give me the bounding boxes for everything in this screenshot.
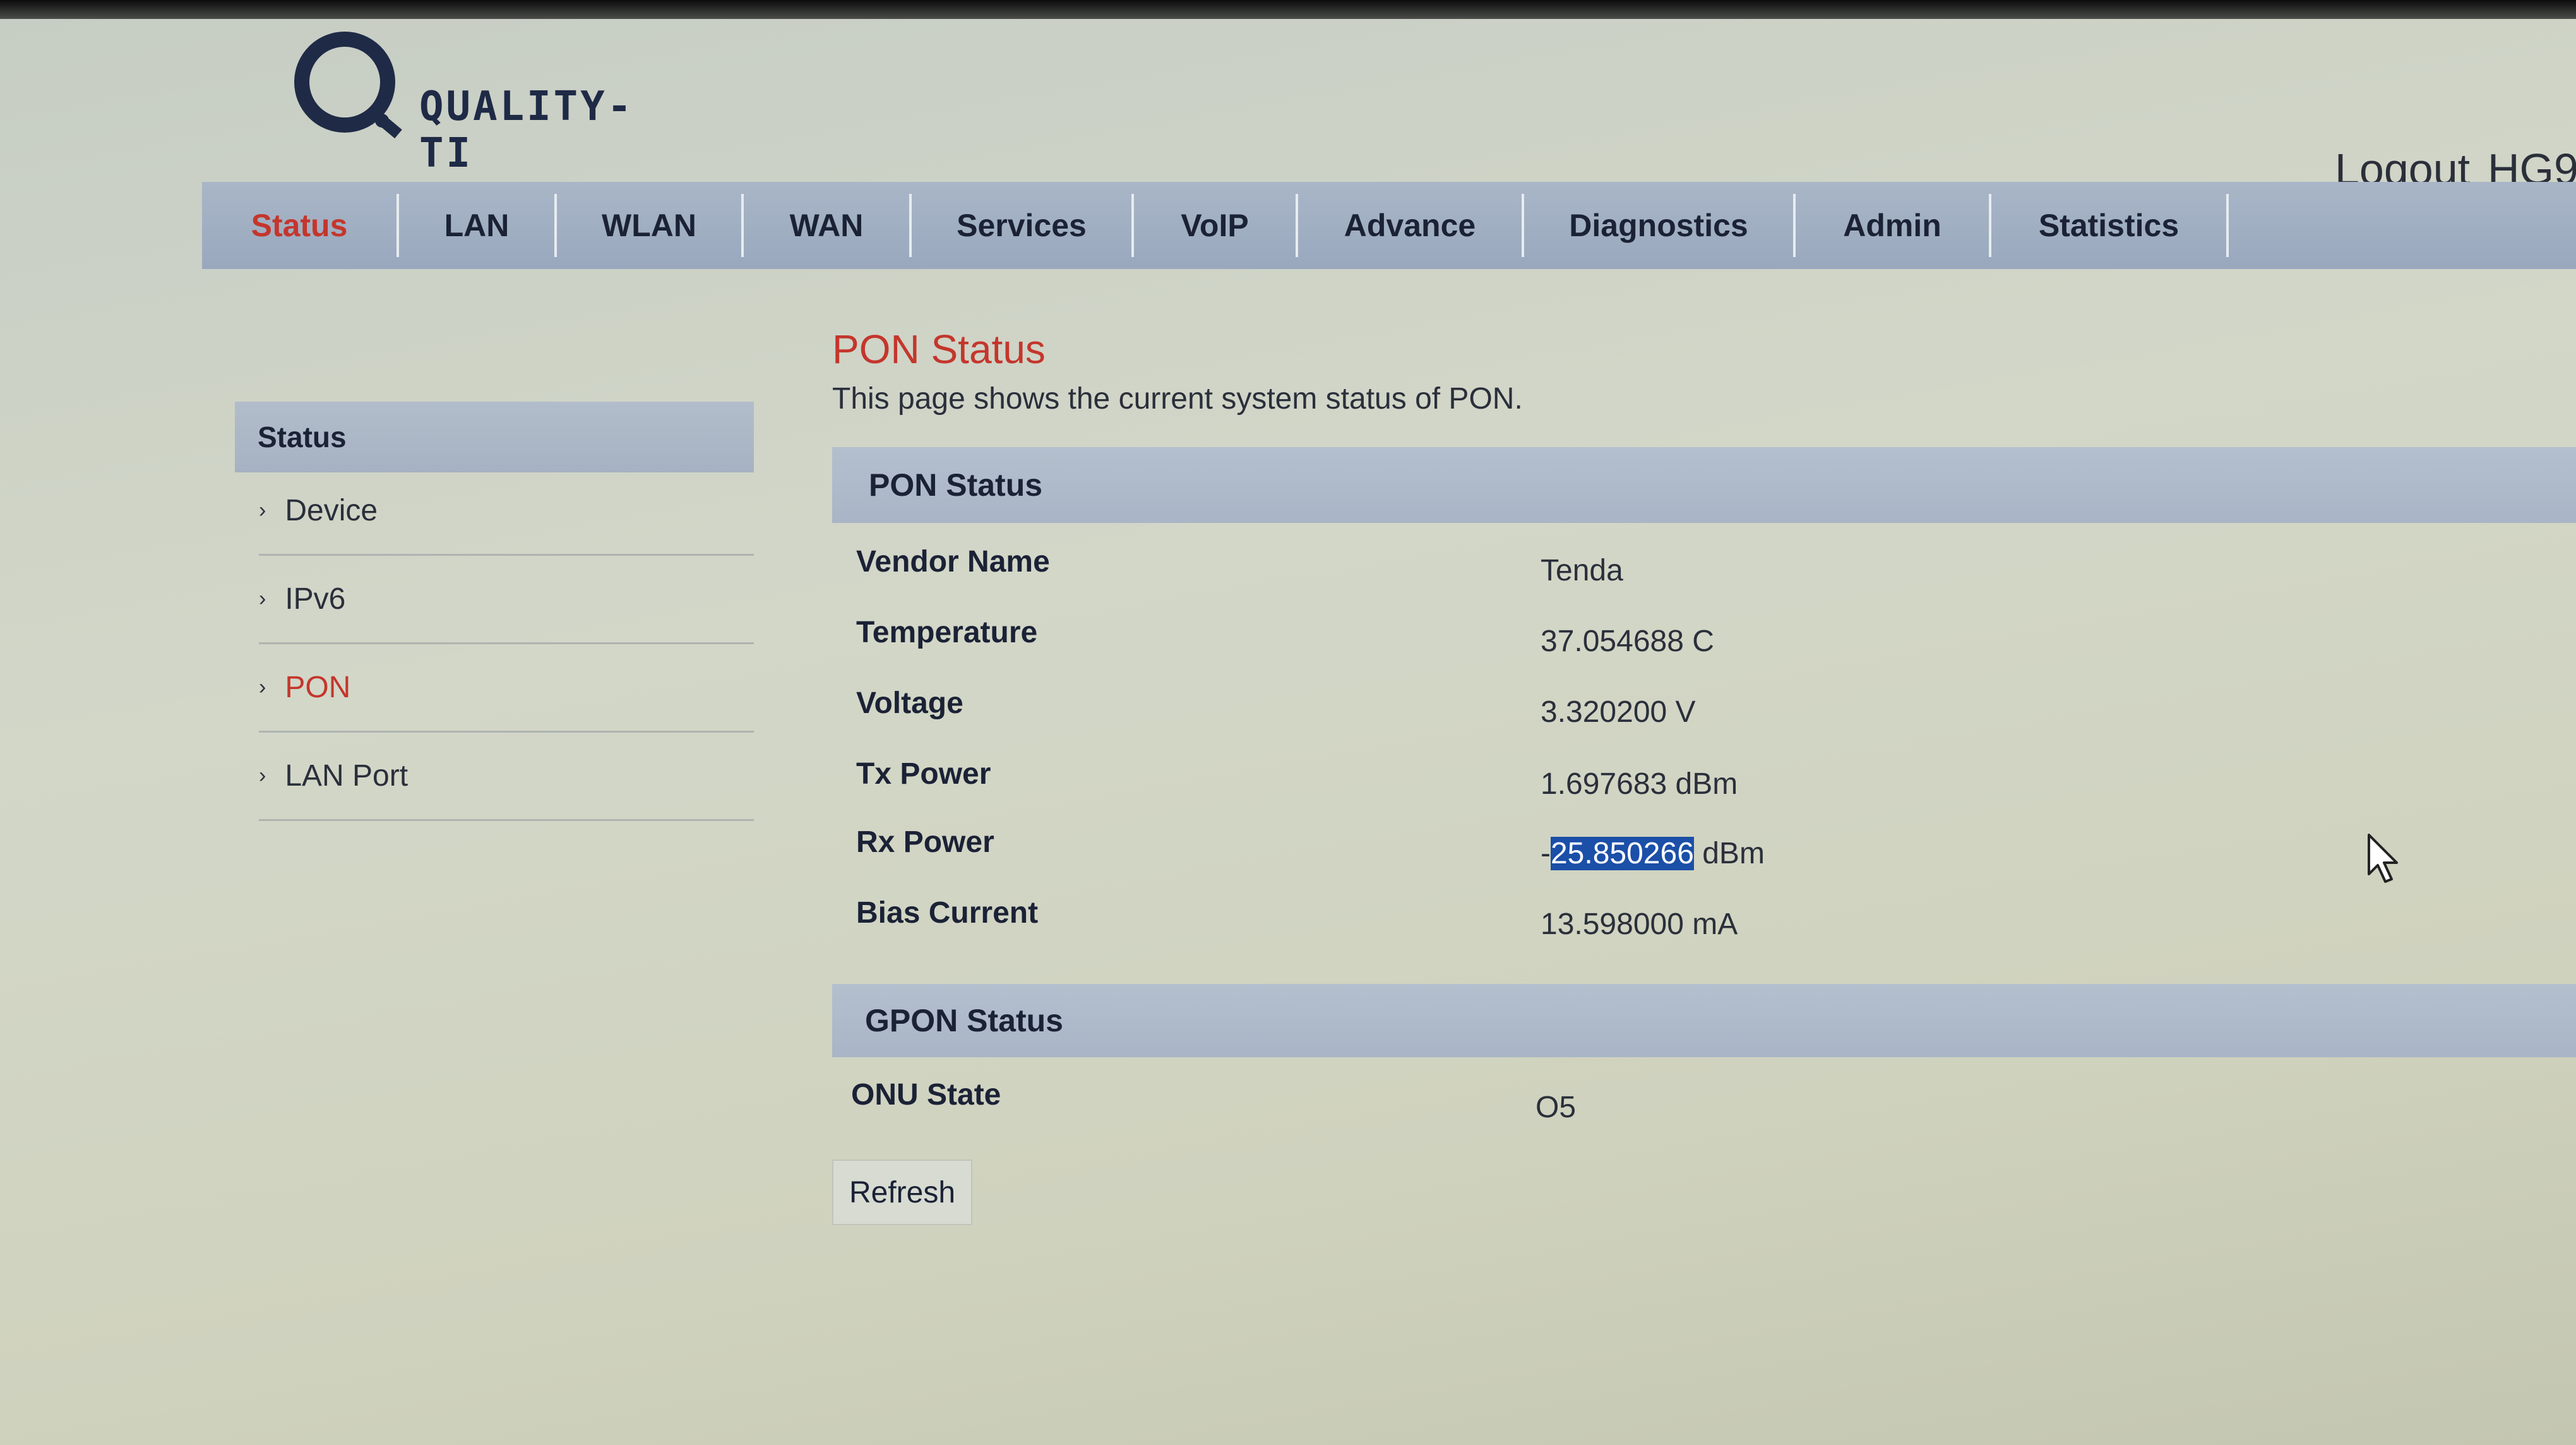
sidebar-item-label: IPv6 bbox=[285, 582, 346, 616]
screen: QUALITY-TI Logout HG9 Status LAN WLAN WA… bbox=[0, 0, 2576, 1445]
mouse-cursor-icon bbox=[2368, 834, 2398, 883]
temperature-label: Temperature bbox=[856, 616, 1038, 649]
chevron-right-icon: › bbox=[259, 675, 266, 699]
tx-power-value: 1.697683 dBm bbox=[1541, 767, 1738, 801]
rx-power-unit: dBm bbox=[1693, 837, 1765, 870]
tab-wan[interactable]: WAN bbox=[744, 194, 912, 257]
sidebar-item-ipv6[interactable]: › IPv6 bbox=[259, 556, 754, 644]
sidebar-item-label: Device bbox=[285, 494, 378, 527]
gpon-status-section-heading: GPON Status bbox=[832, 984, 2576, 1057]
tab-admin[interactable]: Admin bbox=[1796, 194, 1991, 257]
tab-voip[interactable]: VoIP bbox=[1134, 194, 1298, 257]
tx-power-label: Tx Power bbox=[856, 757, 991, 791]
onu-state-value: O5 bbox=[1535, 1091, 1577, 1124]
logo-dot-icon bbox=[375, 114, 389, 128]
logo-text: QUALITY-TI bbox=[419, 83, 635, 177]
bias-current-label: Bias Current bbox=[856, 896, 1039, 930]
rx-power-selected-text[interactable]: 25.850266 bbox=[1550, 837, 1694, 870]
rx-power-label: Rx Power bbox=[856, 825, 994, 859]
tab-wlan[interactable]: WLAN bbox=[557, 194, 744, 257]
page-description: This page shows the current system statu… bbox=[832, 382, 1523, 416]
vendor-name-label: Vendor Name bbox=[856, 545, 1050, 579]
chevron-right-icon: › bbox=[259, 498, 266, 522]
refresh-button[interactable]: Refresh bbox=[832, 1160, 972, 1225]
tab-status[interactable]: Status bbox=[202, 194, 399, 257]
tab-lan[interactable]: LAN bbox=[399, 194, 557, 257]
bias-current-value: 13.598000 mA bbox=[1541, 908, 1738, 941]
sidebar-item-lan-port[interactable]: › LAN Port bbox=[259, 733, 754, 821]
chevron-right-icon: › bbox=[259, 764, 266, 788]
chevron-right-icon: › bbox=[259, 587, 266, 611]
rx-power-sign: - bbox=[1541, 837, 1551, 870]
main-nav: Status LAN WLAN WAN Services VoIP Advanc… bbox=[202, 182, 2576, 269]
monitor-bezel bbox=[0, 0, 2576, 19]
rx-power-value: -25.850266 dBm bbox=[1541, 836, 1765, 871]
voltage-value: 3.320200 V bbox=[1541, 695, 1696, 729]
sidebar-item-label: LAN Port bbox=[285, 759, 408, 793]
temperature-value: 37.054688 C bbox=[1541, 625, 1714, 658]
onu-state-label: ONU State bbox=[851, 1078, 1001, 1112]
vendor-name-value: Tenda bbox=[1541, 554, 1623, 587]
sidebar-item-device[interactable]: › Device bbox=[259, 467, 754, 556]
sidebar-item-pon[interactable]: › PON bbox=[259, 644, 754, 733]
pon-status-section-heading: PON Status bbox=[832, 447, 2576, 523]
sidebar-heading: Status bbox=[235, 402, 754, 472]
sidebar-item-label: PON bbox=[285, 671, 351, 704]
tab-statistics[interactable]: Statistics bbox=[1991, 194, 2229, 257]
brand-logo: QUALITY-TI bbox=[294, 28, 673, 177]
tab-services[interactable]: Services bbox=[912, 194, 1134, 257]
tab-advance[interactable]: Advance bbox=[1298, 194, 1524, 257]
tab-diagnostics[interactable]: Diagnostics bbox=[1524, 194, 1796, 257]
page-title: PON Status bbox=[832, 327, 1046, 372]
voltage-label: Voltage bbox=[856, 687, 963, 720]
